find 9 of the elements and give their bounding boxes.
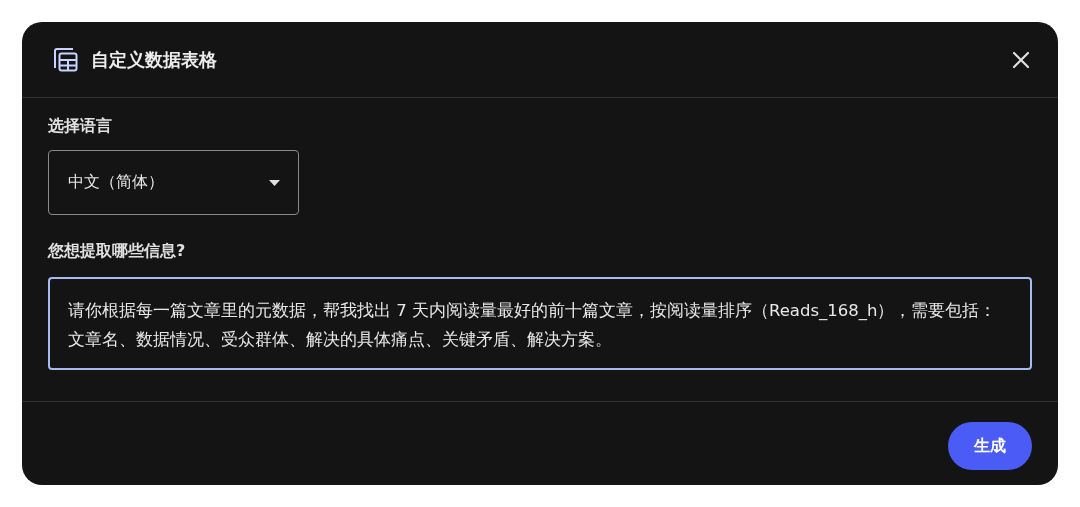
input-field[interactable]: 请你根据每一篇文章里的元数据，帮我找出 7 天内阅读量最好的前十篇文章，按阅读量排序（Reads_168_h），需要包括：文章名、数据情况、受众群体、解决的具体痛点、关键矛盾、解决方案。 — [48, 277, 1032, 370]
table-icon — [53, 46, 79, 73]
language-dropdown[interactable]: 中文（简体） — [48, 150, 299, 215]
dialog-title: 自定义数据表格 — [91, 47, 218, 72]
close-icon — [1012, 50, 1030, 69]
caret-icon — [269, 179, 280, 186]
field-label: 选择语言 — [48, 116, 113, 137]
generate-button[interactable]: 生成 — [948, 422, 1032, 470]
field-label: 您想提取哪些信息? — [48, 241, 187, 262]
